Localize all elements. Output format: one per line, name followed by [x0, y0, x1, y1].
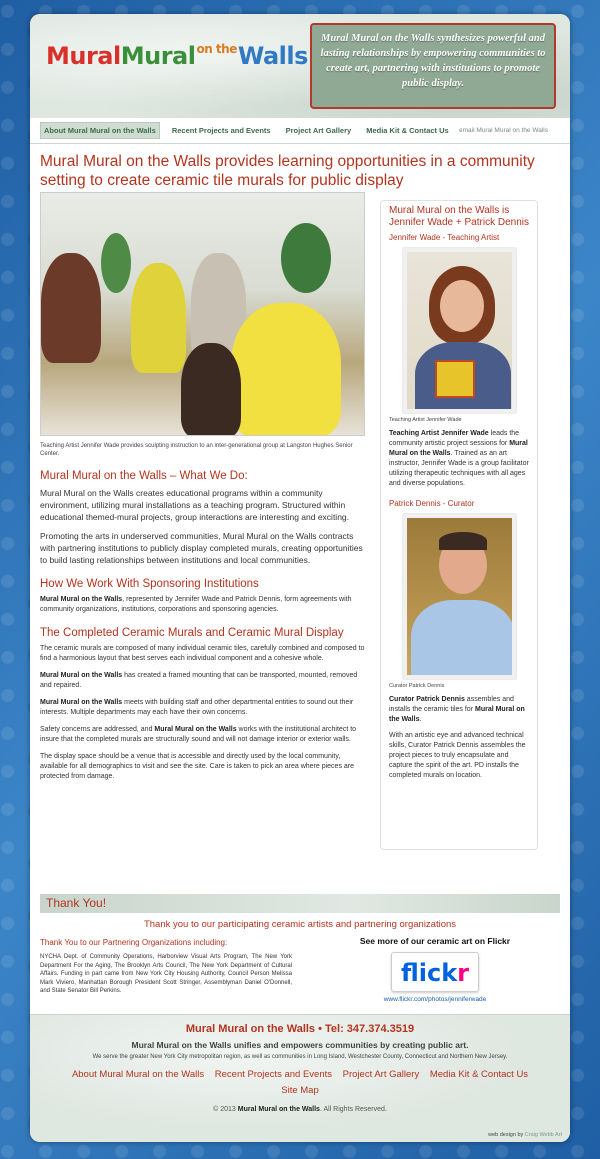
footer-credit: web design by Craig Webb Art [488, 1132, 562, 1138]
page-headline: Mural Mural on the Walls provides learni… [40, 153, 535, 189]
footer-link-gallery[interactable]: Project Art Gallery [343, 1069, 420, 1080]
murals-paragraph-2: Mural Mural on the Walls has created a f… [40, 672, 358, 689]
nav-item-projects[interactable]: Recent Projects and Events [169, 123, 274, 138]
nav-email-link[interactable]: email Mural Mural on the Walls [456, 124, 551, 137]
jennifer-subtitle: Jennifer Wade - Teaching Artist [389, 233, 500, 242]
murals-paragraph-4: Safety concerns are addressed, and Mural… [40, 726, 357, 743]
thank-you-subtitle: Thank you to our participating ceramic a… [143, 919, 457, 930]
footer-title: Mural Mural on the Walls • Tel: 347.374.… [185, 1023, 415, 1035]
credit-link[interactable]: Craig Webb Art [525, 1132, 562, 1138]
jennifer-bio: Teaching Artist Jennifer Wade leads the … [389, 430, 529, 487]
jennifer-portrait [402, 248, 516, 413]
logo-word-4: Walls [237, 42, 309, 70]
main-nav: About Mural Mural on the Walls Recent Pr… [30, 118, 570, 144]
murals-paragraph-3: Mural Mural on the Walls meets with buil… [40, 699, 354, 716]
partners-title: Thank You to our Partnering Organization… [40, 938, 228, 947]
flickr-url-link[interactable]: www.flickr.com/photos/jenniferwade [330, 996, 540, 1003]
sidebar-title: Mural Mural on the Walls is Jennifer Wad… [389, 205, 529, 228]
patrick-portrait [402, 514, 516, 679]
footer-links: About Mural Mural on the Walls Recent Pr… [30, 1069, 570, 1080]
page-container: Mural Mural on the Walls Mural Mural on … [30, 14, 570, 1142]
what-we-do-paragraph-1: Mural Mural on the Walls creates educati… [40, 488, 350, 522]
patrick-bio-2: With an artistic eye and advanced techni… [389, 732, 526, 779]
nav-item-about[interactable]: About Mural Mural on the Walls [40, 122, 160, 139]
flickr-logo[interactable]: flickr [391, 952, 479, 992]
logo-word-2: Mural [120, 42, 196, 70]
partners-text: NYCHA Dept. of Community Operations, Har… [40, 954, 292, 994]
flickr-title: See more of our ceramic art on Flickr [359, 936, 511, 946]
thank-you-bar: Thank You! [40, 894, 560, 913]
footer-tagline: Mural Mural on the Walls unifies and emp… [131, 1040, 469, 1050]
section-what-we-do-title: Mural Mural on the Walls – What We Do: [40, 470, 248, 482]
logo-word-3: on the [196, 42, 237, 56]
footer-link-media-kit[interactable]: Media Kit & Contact Us [430, 1069, 528, 1080]
murals-paragraph-5: The display space should be a venue that… [40, 753, 355, 780]
patrick-caption: Curator Patrick Dennis [389, 683, 445, 689]
site-header: Mural Mural on the Walls Mural Mural on … [30, 14, 570, 118]
main-content: Teaching Artist Jennifer Wade provides s… [40, 192, 365, 789]
flickr-section: See more of our ceramic art on Flickr fl… [330, 936, 540, 1003]
flickr-logo-text-1: flick [400, 959, 458, 987]
murals-paragraph-1: The ceramic murals are composed of many … [40, 645, 365, 662]
header-tagline: Mural Mural on the Walls synthesizes pow… [310, 23, 556, 109]
sponsoring-paragraph: Mural Mural on the Walls, represented by… [40, 596, 352, 613]
patrick-bio-1: Curator Patrick Dennis assembles and ins… [389, 696, 525, 723]
site-logo[interactable]: Mural Mural on the Walls [46, 42, 308, 70]
partners-section: Thank You to our Partnering Organization… [40, 938, 292, 1003]
sidebar: Mural Mural on the Walls is Jennifer Wad… [380, 200, 538, 850]
workshop-photo [40, 192, 365, 436]
logo-word-1: Mural [46, 42, 121, 70]
footer-link-projects[interactable]: Recent Projects and Events [215, 1069, 332, 1080]
section-sponsoring-title: How We Work With Sponsoring Institutions [40, 578, 259, 590]
footer-link-sitemap[interactable]: Site Map [281, 1085, 319, 1096]
footer-link-about[interactable]: About Mural Mural on the Walls [72, 1069, 204, 1080]
nav-item-gallery[interactable]: Project Art Gallery [283, 123, 355, 138]
nav-item-media-kit[interactable]: Media Kit & Contact Us [363, 123, 452, 138]
site-footer: Mural Mural on the Walls • Tel: 347.374.… [30, 1014, 570, 1142]
photo-caption: Teaching Artist Jennifer Wade provides s… [40, 443, 353, 457]
footer-sitemap: Site Map [30, 1085, 570, 1096]
patrick-subtitle: Patrick Dennis - Curator [389, 499, 475, 508]
jennifer-caption: Teaching Artist Jennifer Wade [389, 417, 462, 423]
footer-copyright: © 2013 Mural Mural on the Walls. All Rig… [213, 1106, 387, 1113]
footer-service-area: We serve the greater New York City metro… [92, 1054, 508, 1060]
flickr-logo-text-2: r [457, 959, 470, 987]
section-murals-title: The Completed Ceramic Murals and Ceramic… [40, 627, 344, 639]
what-we-do-paragraph-2: Promoting the arts in underserved commun… [40, 531, 363, 565]
